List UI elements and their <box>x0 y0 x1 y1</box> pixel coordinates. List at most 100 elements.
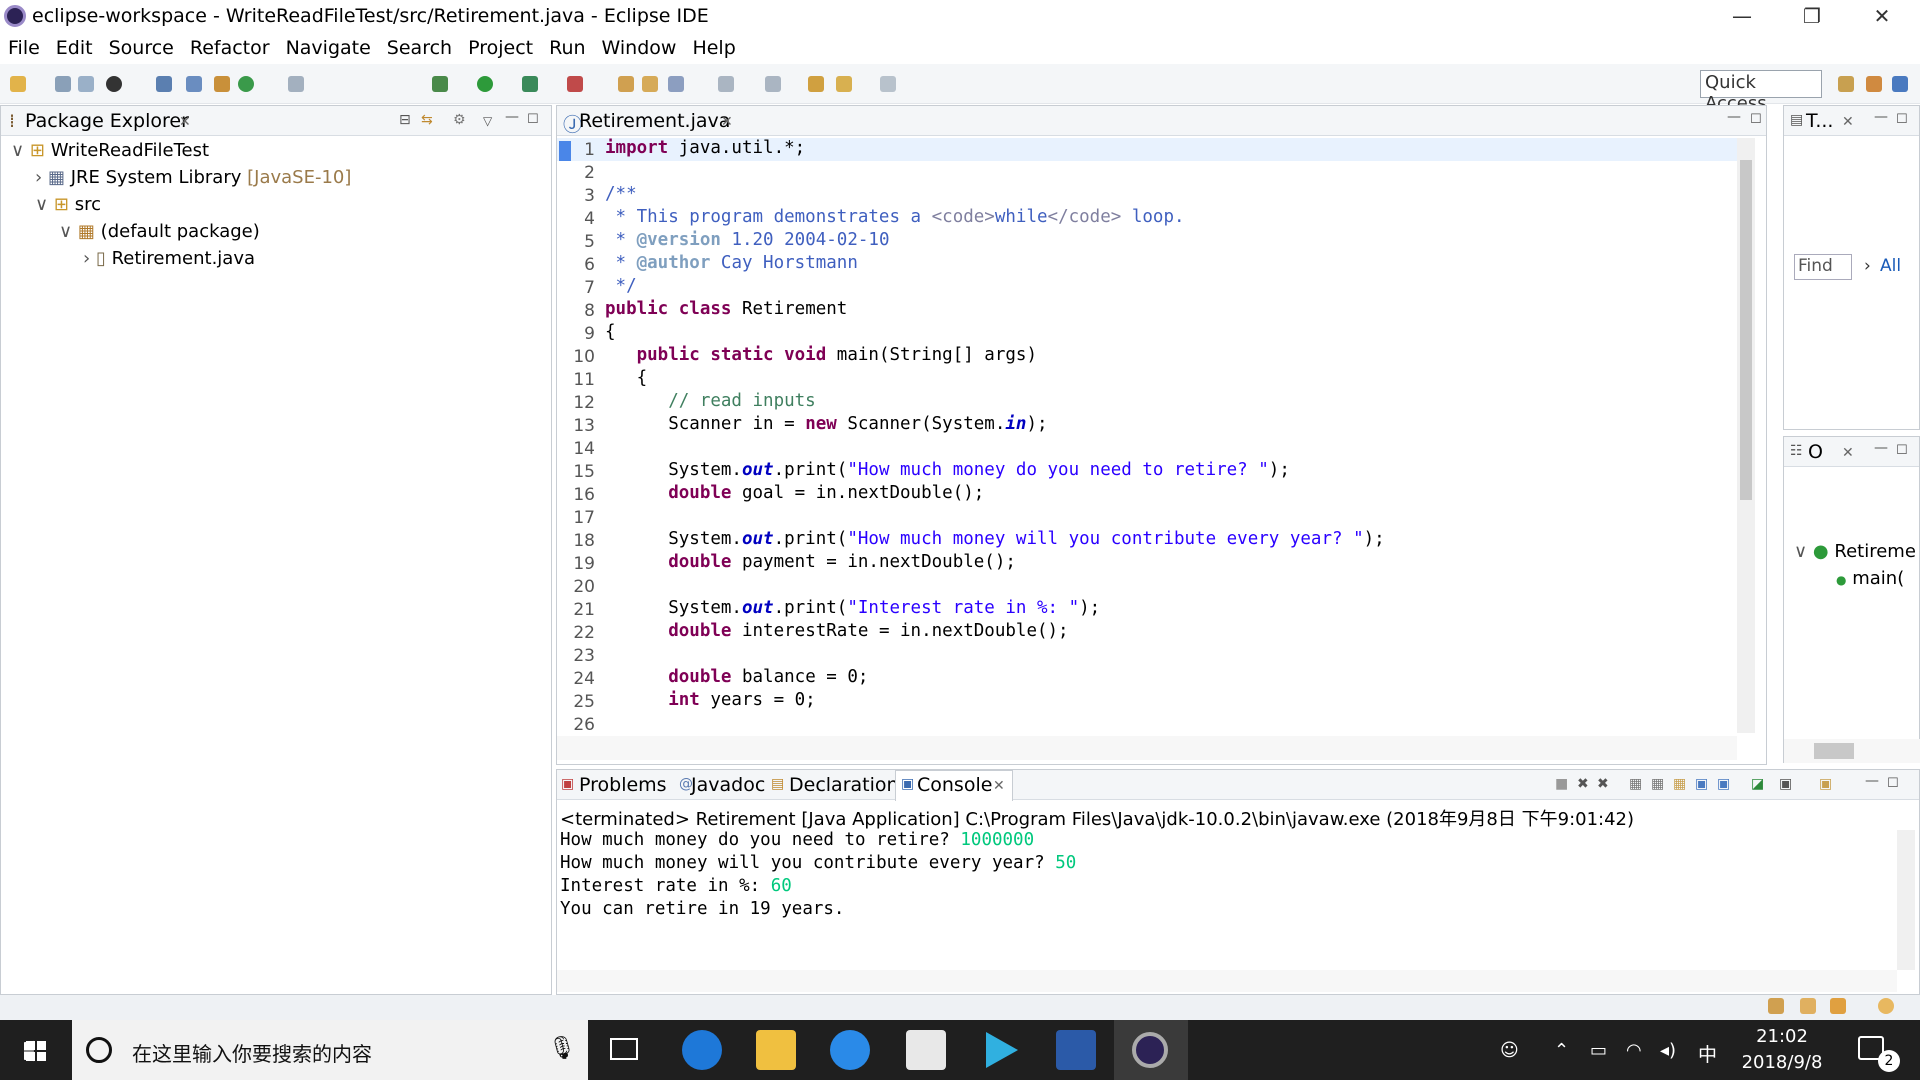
tree-jre[interactable]: › ▦ JRE System Library [JavaSE-10] <box>35 167 351 188</box>
run-icon[interactable] <box>477 76 493 92</box>
microphone-icon[interactable]: 🎙 <box>548 1036 576 1061</box>
close-tab-icon[interactable]: ✕ <box>179 114 191 130</box>
external-tools-icon[interactable] <box>567 76 583 92</box>
task-view-icon[interactable] <box>610 1038 638 1060</box>
collapse-arrow-icon[interactable]: › <box>35 167 42 188</box>
status-icon[interactable] <box>1800 998 1816 1014</box>
debug-perspective-icon[interactable] <box>1866 76 1882 92</box>
find-input[interactable]: Find <box>1794 254 1852 280</box>
remove-launch-icon[interactable]: ✖ <box>1577 776 1589 792</box>
scrollbar-thumb[interactable] <box>1814 743 1854 759</box>
expand-arrow-icon[interactable]: ∨ <box>59 221 72 242</box>
file-explorer-icon[interactable] <box>756 1030 796 1070</box>
maximize-view-icon[interactable]: ☐ <box>1887 776 1899 791</box>
eclipse-taskbar-active[interactable] <box>1114 1020 1188 1080</box>
menu-help[interactable]: Help <box>684 34 743 59</box>
link-editor-icon[interactable]: ⇆ <box>421 112 433 128</box>
tree-src[interactable]: ∨ ⊞ src <box>35 194 101 215</box>
clock-time[interactable]: 21:02 <box>1742 1026 1822 1047</box>
debug-icon[interactable] <box>432 76 448 92</box>
java-perspective-icon[interactable] <box>1892 76 1908 92</box>
terminate-icon[interactable]: ■ <box>1555 776 1568 792</box>
status-icon[interactable] <box>1768 998 1784 1014</box>
new-java-package-icon[interactable] <box>214 76 230 92</box>
maximize-view-icon[interactable]: ☐ <box>1896 112 1908 127</box>
quick-access-input[interactable]: Quick Access <box>1700 70 1822 114</box>
back-icon[interactable] <box>836 76 852 92</box>
menu-refactor[interactable]: Refactor <box>182 34 278 59</box>
tree-project[interactable]: ∨ ⊞ WriteReadFileTest <box>11 140 209 161</box>
menu-file[interactable]: File <box>0 34 48 59</box>
skip-breakpoints-icon[interactable] <box>186 76 202 92</box>
expand-arrow-icon[interactable]: ∨ <box>11 140 24 161</box>
task-list-tab[interactable]: T... <box>1806 110 1833 132</box>
tab-declaration[interactable]: Declaration <box>789 774 899 796</box>
expand-arrow-icon[interactable]: ∨ <box>35 194 48 215</box>
people-icon[interactable]: ☺ <box>1500 1040 1519 1061</box>
outline-horizontal-scrollbar[interactable] <box>1784 739 1920 763</box>
close-tab-icon[interactable]: ✕ <box>993 778 1005 794</box>
maximize-view-icon[interactable]: ☐ <box>1896 443 1908 458</box>
tab-javadoc[interactable]: Javadoc <box>691 774 765 796</box>
console-horizontal-scrollbar[interactable] <box>557 970 1897 992</box>
remove-all-icon[interactable]: ✖ <box>1597 776 1609 792</box>
minimize-view-icon[interactable]: — <box>1874 109 1888 125</box>
forward-icon[interactable] <box>880 76 896 92</box>
new-icon[interactable] <box>10 76 26 92</box>
close-tab-icon[interactable]: ✕ <box>1842 445 1854 461</box>
open-console-icon[interactable]: ▣ <box>1819 776 1832 792</box>
tree-package[interactable]: ∨ ▦ (default package) <box>59 221 260 242</box>
save-all-icon[interactable] <box>78 76 94 92</box>
code-area[interactable]: 1 2 3 4 5 6 7 8 9 10 11 12 13 14 15 16 1… <box>557 138 1737 735</box>
outline-method-item[interactable]: ● main( <box>1836 568 1904 589</box>
menu-project[interactable]: Project <box>460 34 541 59</box>
collapse-all-icon[interactable]: ⊟ <box>399 112 411 128</box>
console-vertical-scrollbar[interactable] <box>1897 830 1915 970</box>
menu-navigate[interactable]: Navigate <box>278 34 379 59</box>
minimize-view-icon[interactable]: — <box>505 109 519 125</box>
build-icon[interactable] <box>106 76 122 92</box>
word-wrap-icon[interactable]: ▦ <box>1673 776 1686 792</box>
scrollbar-thumb[interactable] <box>1740 160 1752 500</box>
menu-source[interactable]: Source <box>101 34 182 59</box>
mark-occurrences-icon[interactable] <box>288 76 304 92</box>
expand-arrow-icon[interactable]: ∨ <box>1794 541 1807 562</box>
package-explorer-tab[interactable]: Package Explorer <box>25 110 189 132</box>
menu-edit[interactable]: Edit <box>48 34 101 59</box>
close-tab-icon[interactable]: ✕ <box>1842 114 1854 130</box>
maximize-view-icon[interactable]: ☐ <box>1750 112 1762 127</box>
search-icon[interactable] <box>668 76 684 92</box>
editor-tab[interactable]: Retirement.java <box>579 110 730 132</box>
editor-vertical-scrollbar[interactable] <box>1737 138 1755 733</box>
tip-icon[interactable] <box>1878 998 1894 1014</box>
show-on-error-icon[interactable]: ▣ <box>1717 776 1730 792</box>
restore-button[interactable]: ❐ <box>1782 0 1842 34</box>
volume-icon[interactable]: ◂) <box>1660 1040 1676 1061</box>
minimize-button[interactable]: — <box>1712 0 1772 34</box>
pin-console-icon[interactable]: ◪ <box>1751 776 1764 792</box>
minimize-view-icon[interactable]: — <box>1874 440 1888 456</box>
coverage-icon[interactable] <box>522 76 538 92</box>
ime-indicator[interactable]: 中 <box>1698 1040 1717 1067</box>
close-tab-icon[interactable]: ✕ <box>721 114 733 130</box>
clear-console-icon[interactable]: ▦ <box>1629 776 1642 792</box>
maximize-view-icon[interactable]: ☐ <box>527 112 539 127</box>
taskbar-search-box[interactable]: 在这里输入你要搜索的内容 🎙 <box>72 1020 588 1080</box>
word-icon[interactable] <box>1056 1030 1096 1070</box>
app-icon[interactable] <box>906 1030 946 1070</box>
open-perspective-icon[interactable] <box>1838 76 1854 92</box>
filters-icon[interactable]: ⚙ <box>453 112 466 128</box>
editor-horizontal-scrollbar[interactable] <box>557 736 1737 760</box>
status-icon[interactable] <box>1830 998 1846 1014</box>
open-type-icon[interactable] <box>618 76 634 92</box>
view-menu-icon[interactable]: ▽ <box>483 114 492 128</box>
close-button[interactable]: ✕ <box>1852 0 1912 34</box>
cortana-icon[interactable] <box>86 1037 112 1063</box>
scroll-lock-icon[interactable]: ▦ <box>1651 776 1664 792</box>
clock-date[interactable]: 2018/9/8 <box>1736 1052 1828 1073</box>
display-console-icon[interactable]: ▣ <box>1779 776 1792 792</box>
tree-file[interactable]: › ▯ Retirement.java <box>83 248 255 269</box>
menu-window[interactable]: Window <box>594 34 685 59</box>
all-link[interactable]: All <box>1880 256 1901 276</box>
collapse-arrow-icon[interactable]: › <box>83 248 90 269</box>
